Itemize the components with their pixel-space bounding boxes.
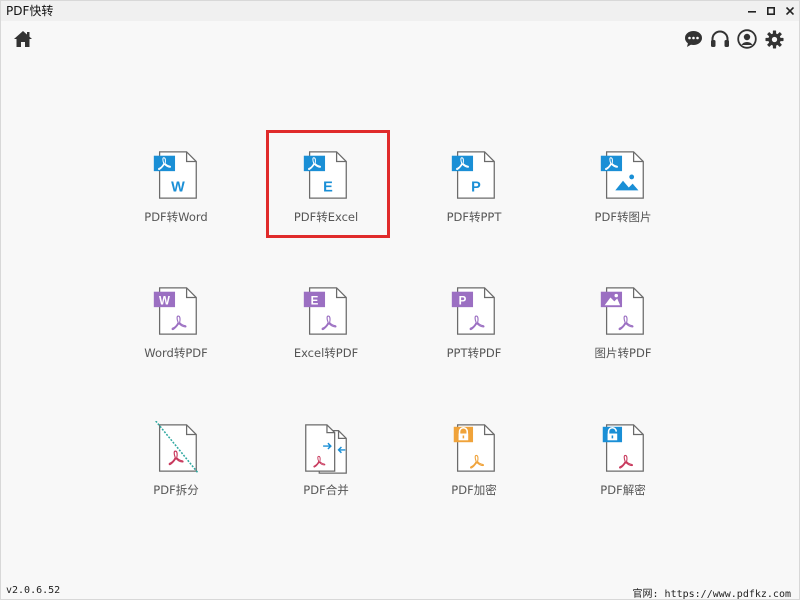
tool-label: PDF拆分 [153, 483, 199, 497]
tool-pdfmerge[interactable]: PDF合并 [266, 411, 386, 501]
headset-icon [711, 30, 729, 47]
chat-button[interactable] [683, 29, 703, 49]
svg-text:W: W [159, 295, 170, 307]
tool-pdfencrypt[interactable]: PDF加密 [414, 411, 534, 501]
tool-excel-to-pdf[interactable]: E Excel转PDF [266, 274, 386, 364]
tool-label: PDF加密 [451, 483, 497, 497]
tool-pdf-to-image[interactable]: PDF转图片 [563, 138, 683, 228]
file-icon [598, 284, 648, 338]
file-icon [151, 420, 201, 475]
maximize-button[interactable] [761, 1, 780, 21]
file-icon: W [151, 148, 201, 202]
svg-text:W: W [171, 179, 185, 195]
minimize-button[interactable] [742, 1, 761, 21]
toolbar [1, 21, 799, 57]
window-controls [742, 1, 799, 21]
file-icon [301, 421, 351, 475]
tool-image-to-pdf[interactable]: 图片转PDF [563, 274, 683, 364]
home-button[interactable] [13, 30, 33, 48]
tool-label: PDF合并 [303, 483, 349, 497]
app-window: PDF快转 W PDF转Word E PDF转Excel P PDF转PPT P… [0, 0, 800, 600]
svg-text:E: E [323, 179, 333, 195]
tool-ppt-to-pdf[interactable]: P PPT转PDF [414, 274, 534, 364]
file-icon: W [151, 284, 201, 338]
svg-text:P: P [459, 295, 467, 307]
file-icon [598, 421, 648, 475]
close-button[interactable] [780, 1, 799, 21]
svg-text:E: E [311, 295, 319, 307]
version-label: v2.0.6.52 [6, 585, 61, 596]
tool-label: PDF解密 [600, 483, 646, 497]
tool-label: 图片转PDF [594, 346, 652, 360]
title-bar: PDF快转 [1, 1, 799, 21]
tool-pdf-to-word[interactable]: W PDF转Word [116, 138, 236, 228]
tool-pdf-to-excel[interactable]: E PDF转Excel [266, 138, 386, 228]
file-icon: E [301, 284, 351, 338]
settings-button[interactable] [764, 29, 784, 49]
tool-label: PDF转PPT [446, 210, 502, 224]
tool-label: PPT转PDF [446, 346, 502, 360]
tool-label: Word转PDF [144, 346, 208, 360]
minimize-icon [747, 11, 756, 13]
user-icon [737, 29, 757, 49]
support-button[interactable] [710, 29, 730, 49]
tool-label: Excel转PDF [293, 346, 359, 360]
website-label: 官网: https://www.pdfkz.com [632, 589, 791, 600]
toolbar-right-icons [683, 29, 784, 49]
file-icon: P [449, 148, 499, 202]
close-icon [785, 7, 794, 15]
tool-pdf-to-ppt[interactable]: P PDF转PPT [414, 138, 534, 228]
window-title: PDF快转 [6, 4, 54, 18]
tool-label: PDF转Excel [293, 210, 359, 224]
tool-label: PDF转Word [144, 210, 208, 224]
gear-icon [764, 29, 784, 49]
svg-text:P: P [471, 179, 481, 195]
file-icon [598, 148, 648, 202]
file-icon [449, 421, 499, 475]
file-icon: P [449, 284, 499, 338]
maximize-icon [766, 7, 775, 15]
file-icon: E [301, 148, 351, 202]
tool-word-to-pdf[interactable]: W Word转PDF [116, 274, 236, 364]
tool-label: PDF转图片 [594, 210, 652, 224]
home-icon [14, 31, 32, 47]
tool-pdfsplit[interactable]: PDF拆分 [116, 411, 236, 501]
user-button[interactable] [737, 29, 757, 49]
chat-icon [684, 31, 702, 47]
tool-pdfdecrypt[interactable]: PDF解密 [563, 411, 683, 501]
